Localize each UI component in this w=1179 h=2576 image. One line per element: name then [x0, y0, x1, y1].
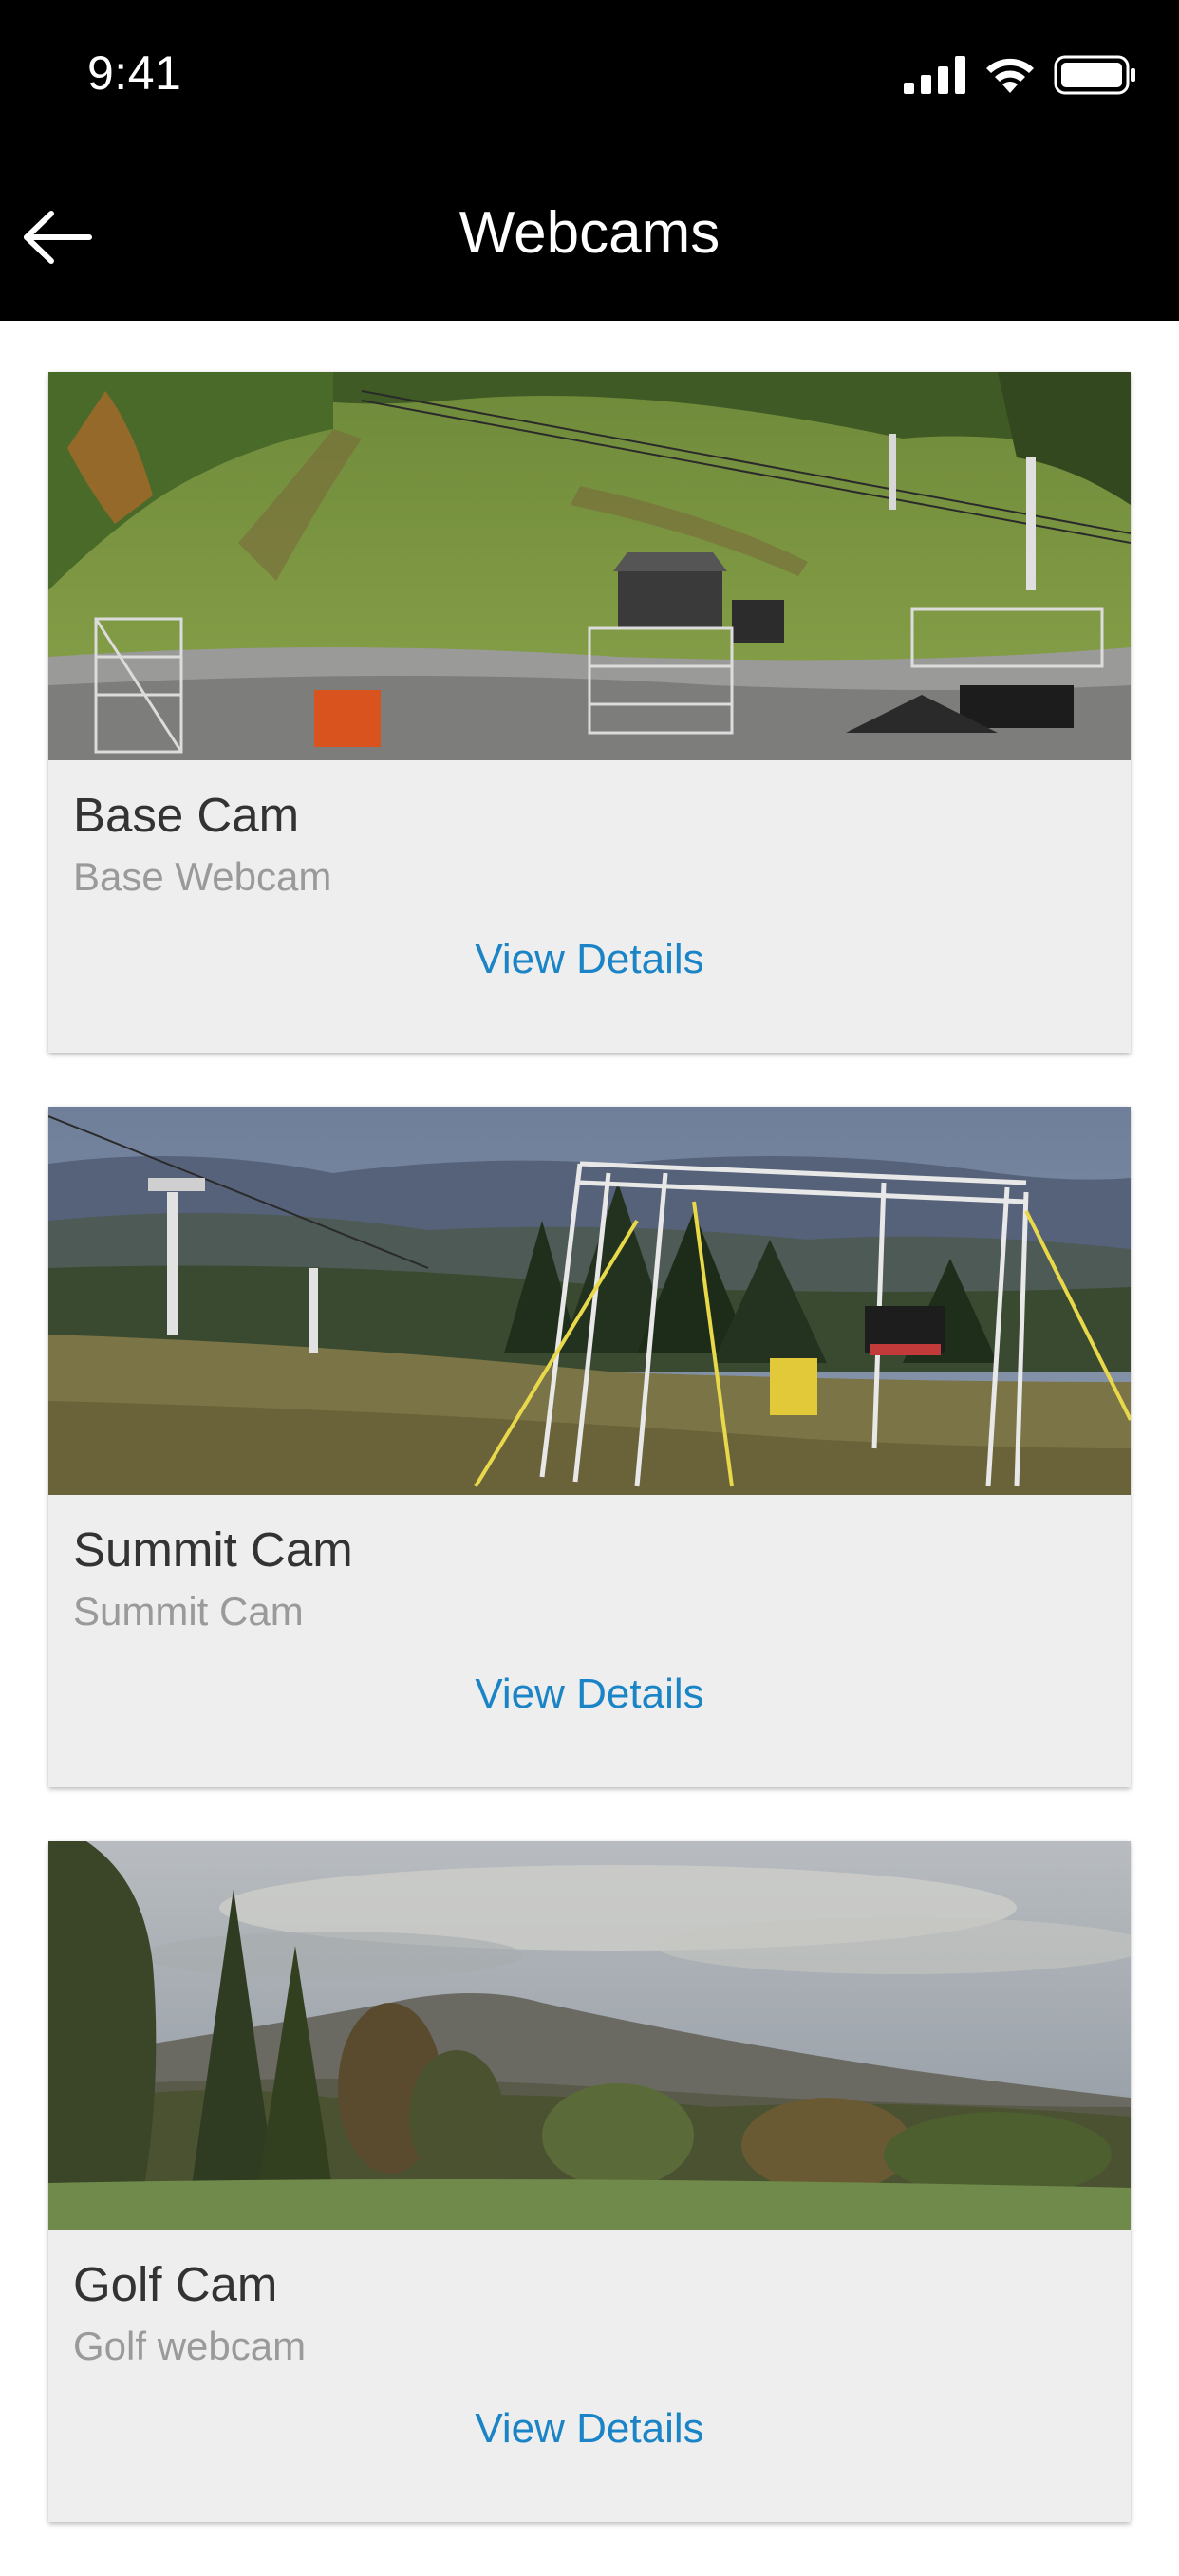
- webcam-card[interactable]: Base Cam Base Webcam View Details: [48, 372, 1131, 1053]
- webcam-subtitle: Summit Cam: [73, 1589, 304, 1633]
- status-time: 9:41: [87, 47, 182, 100]
- webcam-title: Golf Cam: [73, 2257, 278, 2311]
- view-details-link[interactable]: View Details: [48, 2405, 1131, 2453]
- webcam-card[interactable]: Summit Cam Summit Cam View Details: [48, 1107, 1131, 1787]
- wifi-icon: [983, 55, 1037, 100]
- webcam-subtitle: Base Webcam: [73, 854, 332, 899]
- status-icons: [904, 55, 1137, 100]
- webcam-image[interactable]: [48, 1841, 1131, 2230]
- webcam-image[interactable]: [48, 372, 1131, 760]
- view-details-link[interactable]: View Details: [48, 936, 1131, 983]
- battery-icon: [1054, 55, 1137, 100]
- view-details-link[interactable]: View Details: [48, 1671, 1131, 1718]
- page-title: Webcams: [458, 200, 720, 266]
- signal-icon: [904, 56, 966, 99]
- webcam-title: Summit Cam: [73, 1522, 353, 1577]
- webcam-title: Base Cam: [73, 788, 300, 842]
- webcam-image[interactable]: [48, 1107, 1131, 1495]
- nav-bar: Webcams: [0, 142, 1179, 321]
- webcam-list: Base Cam Base Webcam View Details Summit…: [48, 372, 1131, 2576]
- webcam-subtitle: Golf webcam: [73, 2324, 307, 2368]
- status-bar: 9:41: [0, 0, 1179, 142]
- webcam-card[interactable]: Golf Cam Golf webcam View Details: [48, 1841, 1131, 2522]
